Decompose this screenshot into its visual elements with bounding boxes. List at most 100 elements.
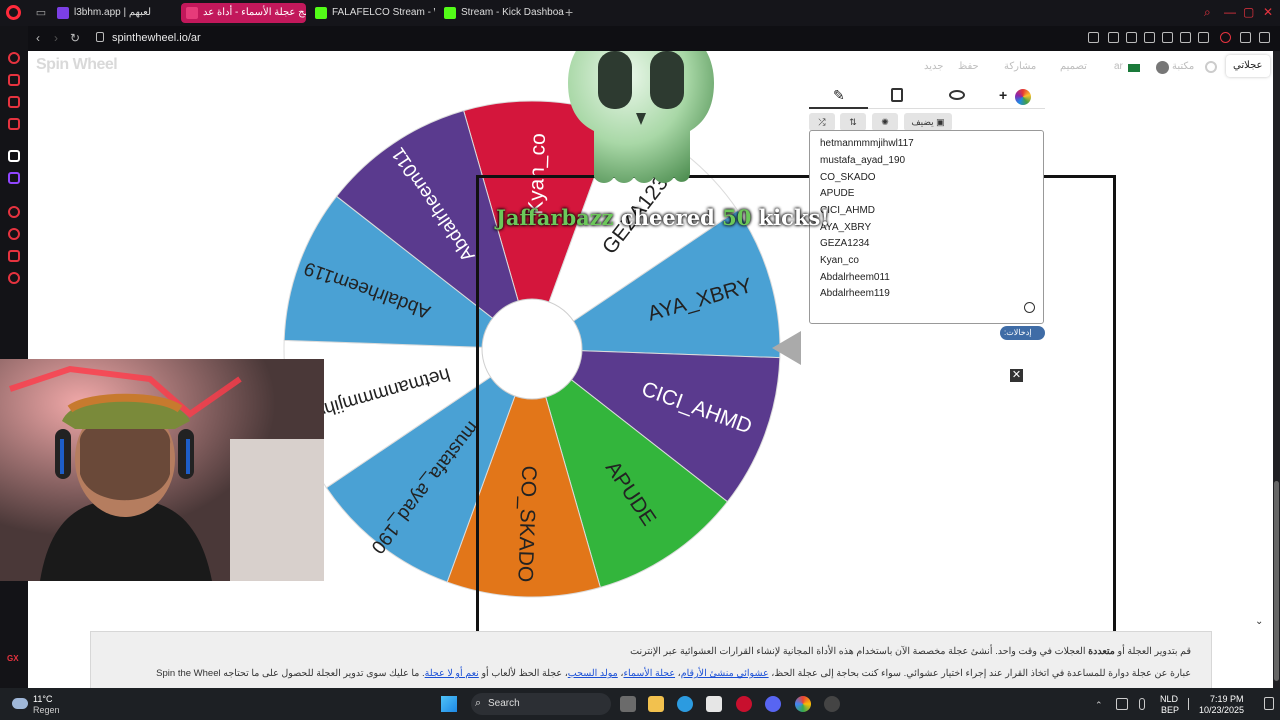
workspaces-icon[interactable]: ▭ [34,6,48,20]
sidebar-mail-icon[interactable] [8,118,20,130]
random-number-link[interactable]: عشوائي منشئ الأرقام [681,668,769,679]
scrollbar-thumb[interactable] [1274,481,1279,681]
page-scrollbar[interactable] [1273,51,1280,688]
tab-falafelco-stream[interactable]: FALAFELCO Stream - Wa [310,3,435,23]
weather-desc[interactable]: Regen [33,705,60,715]
maximize-icon[interactable]: ▢ [1243,5,1254,19]
sidebar-ai-icon[interactable] [8,52,20,64]
search-placeholder: Search [488,698,520,709]
store-icon[interactable] [706,696,722,712]
clock-time[interactable]: 7:19 PM [1210,694,1244,704]
adblock-icon[interactable] [1144,32,1155,43]
save-link[interactable]: حفظ [958,61,979,72]
discord-icon[interactable] [765,696,781,712]
list-item[interactable]: APUDE [820,188,854,199]
menu-icon[interactable] [1259,32,1270,43]
search-tabs-icon[interactable]: ⌕ [1204,5,1211,20]
names-wheel-link[interactable]: عجلة الأسماء [623,668,675,679]
sidebar-twitch-icon[interactable] [8,172,20,184]
entries-panel: ✎ + ⤮ ⇅ ✺ يضيف ▣ hetmanmmmjihwl117 musta… [809,81,1045,351]
entries-textarea[interactable]: hetmanmmmjihwl117 mustafa_ayad_190 CO_SK… [809,130,1044,324]
info-text: قم بتدوير العجلة أو [1114,646,1191,657]
tab-label: l3bhm.app | لعبهم [74,7,152,18]
tab-kick-dashboard[interactable]: Stream - Kick Dashboard [439,3,564,23]
settings-icon[interactable] [1205,61,1217,73]
shuffle-button[interactable]: ⤮ [809,113,835,131]
snapshot-icon[interactable] [1126,32,1137,43]
gallery-link[interactable]: مكتبة [1172,61,1194,72]
pin-icon[interactable] [1108,32,1119,43]
taskbar-search[interactable]: ⌕ Search [471,693,611,715]
sidebar-player-icon[interactable] [8,206,20,218]
ai-button[interactable]: ✺ [872,113,898,131]
list-item[interactable]: hetmanmmmjihwl117 [820,138,914,149]
chevron-down-icon[interactable]: ⌄ [1255,616,1263,627]
new-tab-icon[interactable]: + [565,4,573,20]
design-link[interactable]: تصميم [1060,61,1087,72]
tab-spin-wheel[interactable]: برنامج عجلة الأسماء - أداة عد [181,3,306,23]
plus-icon[interactable]: + [999,87,1007,103]
panel-tab-indicator [809,107,868,109]
sidebar-history-icon[interactable] [8,228,20,240]
opera-gx-icon[interactable] [736,696,752,712]
task-view-icon[interactable] [620,696,636,712]
player-icon[interactable] [1180,32,1191,43]
tray-chevron-icon[interactable]: ⌃ [1095,700,1103,711]
weather-cloud-icon[interactable] [12,698,28,709]
add-image-button[interactable]: يضيف ▣ [904,113,952,131]
url-field[interactable]: spinthewheel.io/ar [112,31,201,45]
sidebar-extensions-icon[interactable] [8,250,20,262]
windows-taskbar: 11°C Regen NLD BEP 7:19 PM 10/23/2025 ⌃ [0,688,1280,720]
palette-icon[interactable] [1015,89,1031,105]
site-logo[interactable]: Spin Wheel [36,56,118,74]
minimize-icon[interactable]: — [1224,5,1236,19]
obs-icon[interactable] [824,696,840,712]
pencil-icon[interactable]: ✎ [833,87,845,104]
list-item[interactable]: GEZA1234 [820,238,869,249]
weather-temp[interactable]: 11°C [33,694,52,704]
new-link[interactable]: جديد [924,61,943,72]
share-link[interactable]: مشاركة [1004,61,1036,72]
edge-icon[interactable] [677,696,693,712]
microphone-icon[interactable] [1139,698,1145,710]
list-item[interactable]: mustafa_ayad_190 [820,155,905,166]
close-window-icon[interactable]: ✕ [1263,5,1273,19]
close-icon[interactable]: ✕ [1010,369,1023,382]
tab-l3bhm[interactable]: l3bhm.app | لعبهم [52,3,177,23]
list-item[interactable]: Abdalrheem011 [820,272,890,283]
alert-amount: 50 [722,205,752,230]
draw-generator-link[interactable]: مولد السحب [568,668,618,679]
sidebar-bag-icon[interactable] [8,74,20,86]
notifications-icon[interactable] [1264,697,1274,710]
my-wheels-button[interactable]: عجلاتي [1226,55,1270,77]
sidebar-kick-icon[interactable] [8,150,20,162]
file-explorer-icon[interactable] [648,696,664,712]
download-icon[interactable] [1240,32,1251,43]
split-view-icon[interactable] [1088,32,1099,43]
windows-start-icon[interactable] [441,696,457,712]
list-item[interactable]: Abdalrheem119 [820,288,890,299]
profile-icon[interactable] [1220,32,1231,43]
list-item[interactable]: Kyan_co [820,255,859,266]
language-link[interactable]: ar [1114,61,1123,72]
tray-app-icon[interactable] [1116,698,1128,710]
back-icon[interactable]: ‹ [36,31,40,45]
forward-icon[interactable]: › [54,31,58,45]
sidebar-settings-icon[interactable] [8,272,20,284]
reload-icon[interactable]: ↻ [70,31,80,45]
lang-label[interactable]: NLD [1160,694,1178,704]
clock-date[interactable]: 10/23/2025 [1199,705,1244,715]
list-item[interactable]: CO_SKADO [820,172,876,183]
eye-off-icon[interactable] [949,90,965,100]
network-icon[interactable] [1188,698,1198,710]
keyboard-label[interactable]: BEP [1161,705,1179,715]
emoji-icon[interactable] [1024,302,1035,313]
yes-no-wheel-link[interactable]: نعم أو لا عجلة [425,668,479,679]
translate-icon[interactable] [1162,32,1173,43]
chrome-icon[interactable] [795,696,811,712]
opera-logo-icon[interactable] [6,5,21,20]
sort-button[interactable]: ⇅ [840,113,866,131]
heart-icon[interactable] [1198,32,1209,43]
clipboard-icon[interactable] [891,88,903,102]
sidebar-news-icon[interactable] [8,96,20,108]
